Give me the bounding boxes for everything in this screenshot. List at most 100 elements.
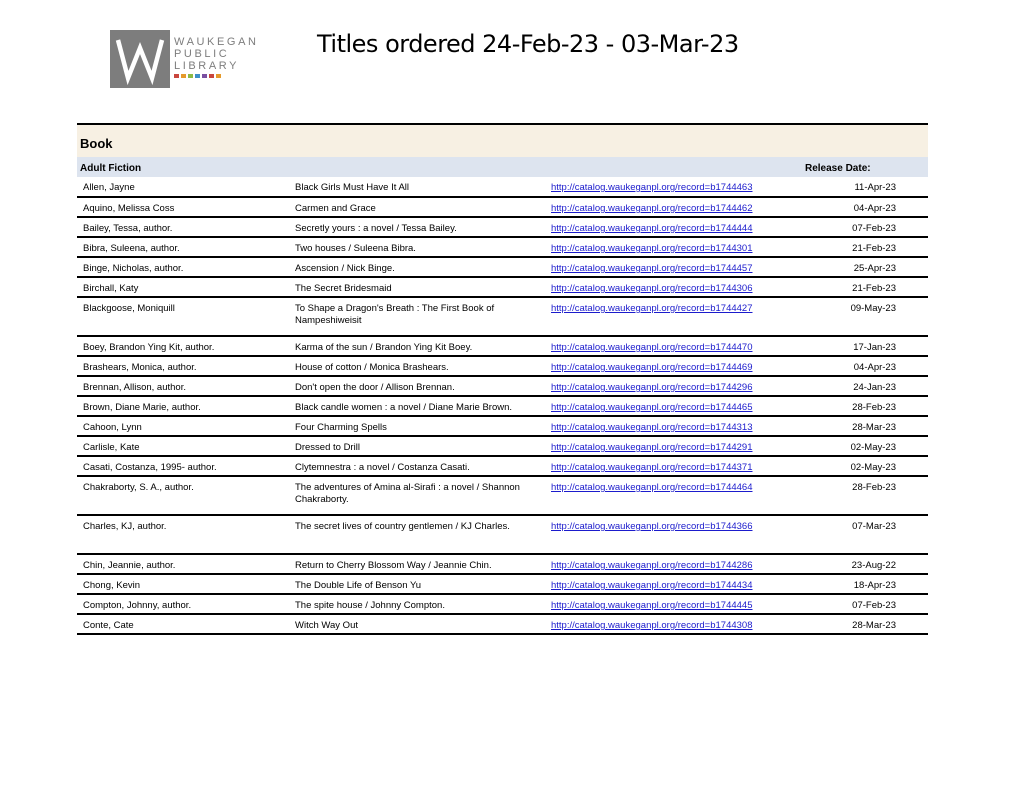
logo-dot (216, 74, 221, 78)
table-row: Casati, Costanza, 1995- author. Clytemnes… (77, 456, 928, 477)
table-row: Conte, Cate Witch Way Out http://catalog.w… (77, 614, 928, 635)
author-cell: Allen, Jayne (77, 177, 295, 198)
title-cell: Clytemnestra : a novel / Costanza Casati… (295, 456, 551, 477)
logo-line: LIBRARY (174, 60, 240, 72)
record-link-cell: http://catalog.waukeganpl.org/record=b17… (551, 277, 831, 298)
table-row: Brennan, Allison, author. Don't open the … (77, 376, 928, 397)
library-logo: WAUKEGAN PUBLIC LIBRARY (110, 30, 270, 92)
title-cell: Dressed to Drill (295, 436, 551, 457)
title-cell: Carmen and Grace (295, 197, 551, 218)
titles-table: Allen, Jayne Black Girls Must Have It All… (77, 177, 928, 635)
author-cell: Brown, Diane Marie, author. (77, 396, 295, 417)
table-row: Chin, Jeannie, author. Return to Cherry B… (77, 554, 928, 575)
title-cell: The Secret Bridesmaid (295, 277, 551, 298)
author-cell: Bibra, Suleena, author. (77, 237, 295, 258)
author-cell: Conte, Cate (77, 614, 295, 635)
title-cell: Black candle women : a novel / Diane Mar… (295, 396, 551, 417)
release-date-cell: 18-Apr-23 (831, 574, 928, 595)
author-cell: Brashears, Monica, author. (77, 356, 295, 377)
group-label: Adult Fiction (80, 163, 142, 174)
record-link[interactable]: http://catalog.waukeganpl.org/record=b17… (551, 482, 753, 493)
record-link-cell: http://catalog.waukeganpl.org/record=b17… (551, 515, 831, 555)
record-link[interactable]: http://catalog.waukeganpl.org/record=b17… (551, 521, 753, 532)
release-date-cell: 28-Mar-23 (831, 614, 928, 635)
table-row: Birchall, Katy The Secret Bridesmaid http:… (77, 277, 928, 298)
title-cell: The spite house / Johnny Compton. (295, 594, 551, 615)
title-cell: Four Charming Spells (295, 416, 551, 437)
table-row: Bailey, Tessa, author. Secretly yours : a… (77, 217, 928, 238)
author-cell: Carlisle, Kate (77, 436, 295, 457)
release-date-cell: 09-May-23 (831, 297, 928, 337)
release-date-cell: 11-Apr-23 (831, 177, 928, 198)
logo-line: PUBLIC (174, 48, 230, 60)
release-date-cell: 07-Mar-23 (831, 515, 928, 555)
title-cell: House of cotton / Monica Brashears. (295, 356, 551, 377)
record-link-cell: http://catalog.waukeganpl.org/record=b17… (551, 356, 831, 377)
table-row: Brown, Diane Marie, author. Black candle … (77, 396, 928, 417)
record-link[interactable]: http://catalog.waukeganpl.org/record=b17… (551, 362, 753, 373)
logo-line: WAUKEGAN (174, 36, 259, 48)
section-label: Book (80, 136, 113, 151)
record-link[interactable]: http://catalog.waukeganpl.org/record=b17… (551, 182, 753, 193)
record-link[interactable]: http://catalog.waukeganpl.org/record=b17… (551, 243, 753, 254)
logo-dot (174, 74, 179, 78)
group-header: Adult Fiction Release Date: (77, 157, 928, 177)
author-cell: Birchall, Katy (77, 277, 295, 298)
release-date-cell: 07-Feb-23 (831, 594, 928, 615)
record-link[interactable]: http://catalog.waukeganpl.org/record=b17… (551, 342, 753, 353)
record-link[interactable]: http://catalog.waukeganpl.org/record=b17… (551, 263, 753, 274)
title-cell: Witch Way Out (295, 614, 551, 635)
record-link[interactable]: http://catalog.waukeganpl.org/record=b17… (551, 382, 753, 393)
release-date-cell: 23-Aug-22 (831, 554, 928, 575)
release-date-cell: 04-Apr-23 (831, 197, 928, 218)
table-row: Cahoon, Lynn Four Charming Spells http://c… (77, 416, 928, 437)
record-link-cell: http://catalog.waukeganpl.org/record=b17… (551, 554, 831, 575)
author-cell: Cahoon, Lynn (77, 416, 295, 437)
record-link-cell: http://catalog.waukeganpl.org/record=b17… (551, 396, 831, 417)
logo-dot (202, 74, 207, 78)
record-link-cell: http://catalog.waukeganpl.org/record=b17… (551, 416, 831, 437)
title-cell: The adventures of Amina al-Sirafi : a no… (295, 476, 551, 516)
record-link[interactable]: http://catalog.waukeganpl.org/record=b17… (551, 580, 753, 591)
record-link-cell: http://catalog.waukeganpl.org/record=b17… (551, 476, 831, 516)
record-link[interactable]: http://catalog.waukeganpl.org/record=b17… (551, 203, 753, 214)
record-link[interactable]: http://catalog.waukeganpl.org/record=b17… (551, 462, 753, 473)
table-row: Carlisle, Kate Dressed to Drill http://cat… (77, 436, 928, 457)
table-row: Aquino, Melissa Coss Carmen and Grace http… (77, 197, 928, 218)
page-title: Titles ordered 24-Feb-23 - 03-Mar-23 (317, 30, 739, 58)
record-link[interactable]: http://catalog.waukeganpl.org/record=b17… (551, 560, 753, 571)
record-link[interactable]: http://catalog.waukeganpl.org/record=b17… (551, 600, 753, 611)
record-link[interactable]: http://catalog.waukeganpl.org/record=b17… (551, 422, 753, 433)
record-link-cell: http://catalog.waukeganpl.org/record=b17… (551, 217, 831, 238)
record-link[interactable]: http://catalog.waukeganpl.org/record=b17… (551, 402, 753, 413)
record-link-cell: http://catalog.waukeganpl.org/record=b17… (551, 336, 831, 357)
table-row: Blackgoose, Moniquill To Shape a Dragon's… (77, 297, 928, 337)
author-cell: Aquino, Melissa Coss (77, 197, 295, 218)
table-row: Charles, KJ, author. The secret lives of … (77, 515, 928, 555)
title-cell: The secret lives of country gentlemen / … (295, 515, 551, 555)
release-date-cell: 04-Apr-23 (831, 356, 928, 377)
table-row: Boey, Brandon Ying Kit, author. Karma of … (77, 336, 928, 357)
record-link[interactable]: http://catalog.waukeganpl.org/record=b17… (551, 283, 753, 294)
release-date-cell: 02-May-23 (831, 456, 928, 477)
logo-wordmark: WAUKEGAN PUBLIC LIBRARY (174, 36, 259, 72)
release-date-cell: 25-Apr-23 (831, 257, 928, 278)
record-link[interactable]: http://catalog.waukeganpl.org/record=b17… (551, 620, 753, 631)
title-cell: Don't open the door / Allison Brennan. (295, 376, 551, 397)
title-cell: Secretly yours : a novel / Tessa Bailey. (295, 217, 551, 238)
release-date-cell: 07-Feb-23 (831, 217, 928, 238)
record-link-cell: http://catalog.waukeganpl.org/record=b17… (551, 257, 831, 278)
record-link-cell: http://catalog.waukeganpl.org/record=b17… (551, 376, 831, 397)
release-date-cell: 28-Feb-23 (831, 396, 928, 417)
table-row: Allen, Jayne Black Girls Must Have It All… (77, 177, 928, 198)
record-link[interactable]: http://catalog.waukeganpl.org/record=b17… (551, 442, 753, 453)
title-cell: Ascension / Nick Binge. (295, 257, 551, 278)
author-cell: Casati, Costanza, 1995- author. (77, 456, 295, 477)
author-cell: Compton, Johnny, author. (77, 594, 295, 615)
record-link[interactable]: http://catalog.waukeganpl.org/record=b17… (551, 303, 753, 314)
record-link-cell: http://catalog.waukeganpl.org/record=b17… (551, 297, 831, 337)
record-link[interactable]: http://catalog.waukeganpl.org/record=b17… (551, 223, 753, 234)
release-date-cell: 28-Mar-23 (831, 416, 928, 437)
record-link-cell: http://catalog.waukeganpl.org/record=b17… (551, 614, 831, 635)
report-table: Book Adult Fiction Release Date: Allen, … (77, 123, 928, 635)
